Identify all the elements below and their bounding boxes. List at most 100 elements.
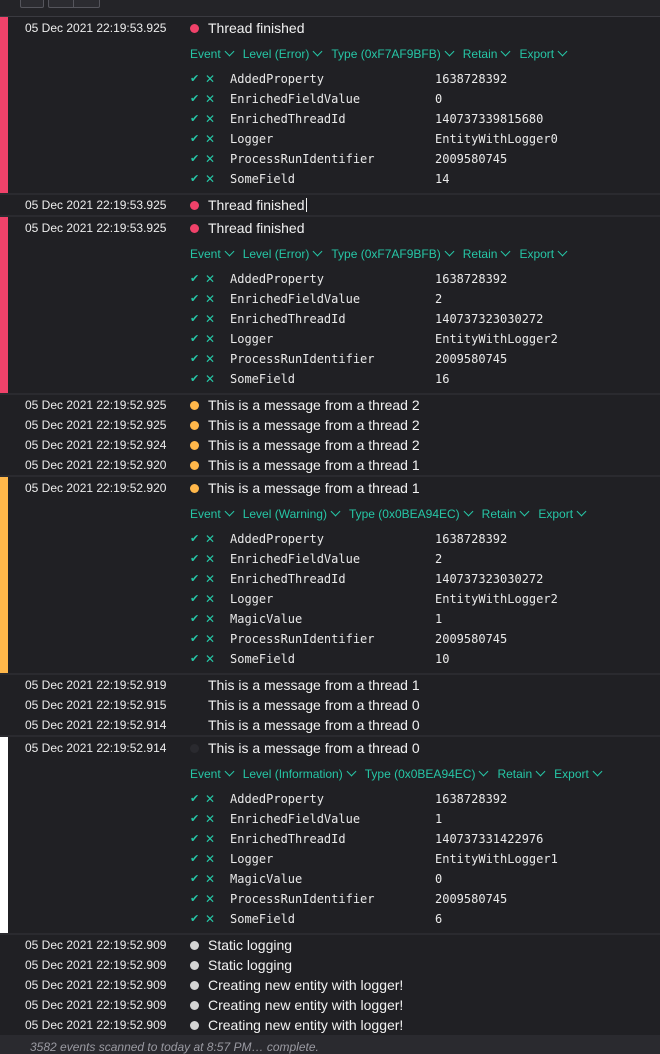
x-icon[interactable]: ✕ [205, 169, 215, 189]
action-dropdown[interactable]: Type (0xF7AF9BFB) [331, 39, 455, 69]
level-dot-icon [190, 421, 199, 430]
action-dropdown[interactable]: Retain [463, 239, 511, 269]
property-value: 1638728392 [435, 792, 508, 806]
check-icon[interactable]: ✔ [190, 609, 199, 629]
check-icon[interactable]: ✔ [190, 829, 199, 849]
x-icon[interactable]: ✕ [205, 89, 215, 109]
event-row[interactable]: 05 Dec 2021 22:19:52.915 This is a messag… [0, 695, 660, 715]
x-icon[interactable]: ✕ [205, 789, 215, 809]
action-dropdown[interactable]: Export [519, 39, 568, 69]
check-icon[interactable]: ✔ [190, 629, 199, 649]
action-dropdown[interactable]: Retain [497, 759, 546, 789]
event-row[interactable]: 05 Dec 2021 22:19:53.925 Thread finished [0, 17, 660, 39]
x-icon[interactable]: ✕ [205, 349, 215, 369]
action-dropdown[interactable]: Level (Information) [243, 759, 357, 789]
x-icon[interactable]: ✕ [205, 589, 215, 609]
check-icon[interactable]: ✔ [190, 349, 199, 369]
check-icon[interactable]: ✔ [190, 849, 199, 869]
check-icon[interactable]: ✔ [190, 309, 199, 329]
x-icon[interactable]: ✕ [205, 149, 215, 169]
check-icon[interactable]: ✔ [190, 89, 199, 109]
check-icon[interactable]: ✔ [190, 269, 199, 289]
x-icon[interactable]: ✕ [205, 309, 215, 329]
check-icon[interactable]: ✔ [190, 329, 199, 349]
check-icon[interactable]: ✔ [190, 809, 199, 829]
x-icon[interactable]: ✕ [205, 609, 215, 629]
check-icon[interactable]: ✔ [190, 169, 199, 189]
x-icon[interactable]: ✕ [205, 549, 215, 569]
check-icon[interactable]: ✔ [190, 589, 199, 609]
event-row[interactable]: 05 Dec 2021 22:19:52.925 This is a messag… [0, 415, 660, 435]
check-icon[interactable]: ✔ [190, 909, 199, 929]
action-dropdown[interactable]: Event [190, 39, 235, 69]
property-name: AddedProperty [230, 72, 324, 86]
event-row[interactable]: 05 Dec 2021 22:19:53.925 Thread finished [0, 217, 660, 239]
x-icon[interactable]: ✕ [205, 849, 215, 869]
event-row[interactable]: 05 Dec 2021 22:19:52.919 This is a messag… [0, 675, 660, 695]
event-row[interactable]: 05 Dec 2021 22:19:52.914 This is a messag… [0, 715, 660, 735]
x-icon[interactable]: ✕ [205, 829, 215, 849]
x-icon[interactable]: ✕ [205, 869, 215, 889]
check-icon[interactable]: ✔ [190, 789, 199, 809]
check-icon[interactable]: ✔ [190, 69, 199, 89]
event-row[interactable]: 05 Dec 2021 22:19:52.909 Creating new ent… [0, 1015, 660, 1035]
event-row[interactable]: 05 Dec 2021 22:19:53.925 Thread finished [0, 195, 660, 215]
check-icon[interactable]: ✔ [190, 869, 199, 889]
action-dropdown[interactable]: Level (Error) [243, 239, 323, 269]
action-dropdown[interactable]: Type (0x0BEA94EC) [365, 759, 489, 789]
toolbar-button[interactable] [20, 0, 44, 8]
check-icon[interactable]: ✔ [190, 129, 199, 149]
action-dropdown[interactable]: Type (0x0BEA94EC) [349, 499, 474, 529]
check-icon[interactable]: ✔ [190, 289, 199, 309]
x-icon[interactable]: ✕ [205, 109, 215, 129]
action-dropdown[interactable]: Type (0xF7AF9BFB) [331, 239, 455, 269]
toolbar-button-group[interactable] [48, 0, 100, 8]
action-dropdown[interactable]: Export [554, 759, 603, 789]
x-icon[interactable]: ✕ [205, 629, 215, 649]
expanded-event: 05 Dec 2021 22:19:53.925 Thread finished E… [0, 217, 660, 393]
x-icon[interactable]: ✕ [205, 329, 215, 349]
action-dropdown[interactable]: Event [190, 759, 235, 789]
action-dropdown[interactable]: Event [190, 239, 235, 269]
action-dropdown[interactable]: Level (Error) [243, 39, 323, 69]
x-icon[interactable]: ✕ [205, 569, 215, 589]
action-dropdown[interactable]: Export [538, 499, 587, 529]
property-row: ✔ ✕ EnrichedThreadId 140737331422976 [0, 829, 660, 849]
x-icon[interactable]: ✕ [205, 269, 215, 289]
check-icon[interactable]: ✔ [190, 649, 199, 669]
event-row[interactable]: 05 Dec 2021 22:19:52.920 This is a messag… [0, 455, 660, 475]
x-icon[interactable]: ✕ [205, 289, 215, 309]
event-row[interactable]: 05 Dec 2021 22:19:52.914 This is a messag… [0, 737, 660, 759]
check-icon[interactable]: ✔ [190, 549, 199, 569]
check-icon[interactable]: ✔ [190, 569, 199, 589]
x-icon[interactable]: ✕ [205, 529, 215, 549]
x-icon[interactable]: ✕ [205, 809, 215, 829]
event-row[interactable]: 05 Dec 2021 22:19:52.909 Creating new ent… [0, 975, 660, 995]
event-row[interactable]: 05 Dec 2021 22:19:52.925 This is a messag… [0, 395, 660, 415]
property-name: ProcessRunIdentifier [230, 892, 375, 906]
check-icon[interactable]: ✔ [190, 369, 199, 389]
x-icon[interactable]: ✕ [205, 69, 215, 89]
x-icon[interactable]: ✕ [205, 889, 215, 909]
event-row[interactable]: 05 Dec 2021 22:19:52.909 Static logging [0, 935, 660, 955]
x-icon[interactable]: ✕ [205, 129, 215, 149]
action-dropdown[interactable]: Level (Warning) [243, 499, 341, 529]
event-row[interactable]: 05 Dec 2021 22:19:52.924 This is a messag… [0, 435, 660, 455]
check-icon[interactable]: ✔ [190, 109, 199, 129]
action-dropdown[interactable]: Export [519, 239, 568, 269]
property-name: EnrichedThreadId [230, 112, 346, 126]
property-name: Logger [230, 592, 274, 606]
x-icon[interactable]: ✕ [205, 909, 215, 929]
x-icon[interactable]: ✕ [205, 369, 215, 389]
event-row[interactable]: 05 Dec 2021 22:19:52.920 This is a messag… [0, 477, 660, 499]
action-dropdown[interactable]: Retain [482, 499, 530, 529]
event-row[interactable]: 05 Dec 2021 22:19:52.909 Static logging [0, 955, 660, 975]
check-icon[interactable]: ✔ [190, 529, 199, 549]
event-row[interactable]: 05 Dec 2021 22:19:52.909 Creating new ent… [0, 995, 660, 1015]
property-value: 1638728392 [435, 532, 508, 546]
check-icon[interactable]: ✔ [190, 149, 199, 169]
action-dropdown[interactable]: Retain [463, 39, 511, 69]
action-dropdown[interactable]: Event [190, 499, 235, 529]
x-icon[interactable]: ✕ [205, 649, 215, 669]
check-icon[interactable]: ✔ [190, 889, 199, 909]
